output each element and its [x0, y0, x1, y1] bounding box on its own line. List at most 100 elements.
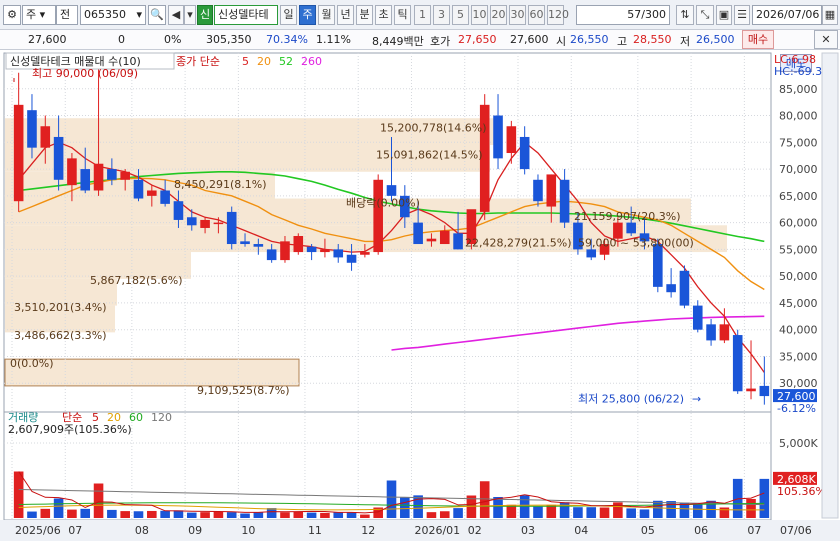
volume-profile-label-9: 3,486,662(3.3%)	[14, 329, 107, 342]
x-axis-label-12: 06	[694, 524, 708, 537]
candle-body-48	[653, 244, 663, 287]
volume-bar-21	[293, 511, 304, 518]
current-price: 27,600	[28, 33, 67, 46]
x-axis-label-8: 02	[468, 524, 482, 537]
candle-body-43	[586, 249, 597, 258]
volume-bar-15	[213, 511, 224, 518]
open-label: 시	[556, 35, 567, 48]
interval-button-5[interactable]: 5	[452, 5, 469, 25]
candle-body-0	[13, 104, 24, 202]
ratio-value: 70.34%	[266, 33, 308, 46]
interval-button-20[interactable]: 20	[490, 5, 507, 25]
volume-profile-label-2: 8,450,291(8.1%)	[174, 178, 267, 191]
candle-body-33	[453, 233, 463, 250]
candle-body-28	[386, 185, 397, 196]
quote-row: 27,600 0 0% 305,350 70.34% 1.11% 8,449백만…	[0, 30, 840, 72]
menu-icon[interactable]: ☰	[734, 5, 750, 25]
high-note: 최고 90,000 (06/09)	[32, 67, 138, 80]
chevron-down-icon[interactable]: ▾	[184, 5, 196, 25]
page-counter[interactable]: 57/300	[576, 5, 670, 25]
period-button-5[interactable]: 초	[375, 5, 392, 25]
x-axis-label-end: 07/06	[780, 524, 812, 537]
volume-bar-43	[586, 507, 597, 518]
candle-body-18	[253, 244, 264, 247]
volume-bar-46	[626, 508, 636, 518]
volume-bar-49	[666, 501, 676, 518]
volume-bar-24	[333, 512, 344, 518]
chevron-down-icon: ▾	[136, 8, 142, 21]
market-label: 전	[60, 8, 71, 21]
ma-legend-period-260: 260	[301, 55, 322, 68]
save-icon[interactable]: ▣	[716, 5, 732, 25]
volume-bar-33	[453, 508, 463, 518]
buy-button[interactable]: 매수	[742, 30, 774, 49]
search-icon[interactable]: 🔍	[148, 5, 166, 25]
bid-label: 호가	[430, 35, 451, 48]
settings-icon[interactable]: ⚙	[3, 5, 21, 25]
x-axis-label-13: 07	[747, 524, 761, 537]
interval-button-30[interactable]: 30	[509, 5, 526, 25]
volume-max-note: 2,607,909주(105.36%)	[8, 423, 132, 436]
volume-bar-25	[346, 512, 357, 518]
stock-chart-svg[interactable]: 85,00080,00075,00070,00065,00060,00055,0…	[0, 50, 840, 541]
volume-bar-40	[546, 504, 557, 518]
candle-body-1	[27, 110, 37, 148]
volume-bar-3	[53, 498, 64, 518]
stock-name-field[interactable]: 신성델타테	[214, 5, 278, 25]
ma-legend-period-20: 20	[257, 55, 271, 68]
arrows-icon[interactable]: ⇅	[676, 5, 694, 25]
date-value: 2026/07/06	[756, 8, 820, 21]
interval-button-10[interactable]: 10	[471, 5, 488, 25]
interval-button-3[interactable]: 3	[433, 5, 450, 25]
period-button-3[interactable]: 년	[337, 5, 354, 25]
volume-bar-20	[280, 512, 290, 518]
interval-button-1[interactable]: 1	[414, 5, 431, 25]
volume-bar-18	[253, 512, 264, 518]
close-button[interactable]: ✕	[814, 30, 838, 49]
volume-profile-label-4: 21,159,907(20.3%)	[574, 210, 681, 223]
volume-profile-label-6: 59,000 ~ 53,800(00)	[578, 237, 694, 250]
x-axis-label-4: 10	[241, 524, 255, 537]
candle-body-15	[213, 222, 224, 225]
stock-name-value: 신성델타테	[218, 8, 269, 21]
volume-profile-label-5: 22,428,279(21.5%)	[465, 237, 572, 250]
chart-mode-select[interactable]: 주 ▾	[22, 5, 56, 25]
candle-body-14	[200, 219, 210, 228]
price-axis-tick-6: 55,000	[779, 243, 818, 256]
price-axis-tick-7: 50,000	[779, 270, 818, 283]
volume-bar-32	[439, 511, 450, 518]
chart-area[interactable]: 85,000 80,000 75,000 70,000 65,000 60,000 55,0…	[0, 50, 840, 541]
date-input[interactable]: 2026/07/06	[752, 5, 822, 25]
candle-body-39	[533, 179, 543, 202]
volume-bar-9	[133, 511, 144, 518]
volume-profile-label-10: 0(0.0%)	[10, 357, 54, 370]
period-button-4[interactable]: 분	[356, 5, 373, 25]
candle-body-16	[226, 211, 237, 245]
candle-body-2	[40, 126, 51, 148]
period-button-1[interactable]: 주	[299, 5, 316, 25]
volume-bar-48	[653, 500, 663, 518]
speaker-icon[interactable]: ◀	[168, 5, 184, 25]
stock-code-input[interactable]: 065350 ▾	[80, 5, 146, 25]
market-select[interactable]: 전	[56, 5, 78, 25]
crosshair-icon[interactable]: ⤡	[696, 5, 714, 25]
volume-profile-label-1: 15,091,862(14.5%)	[376, 148, 483, 161]
volume-bar-11	[160, 510, 170, 518]
x-axis-label-9: 03	[521, 524, 535, 537]
interval-button-60[interactable]: 60	[528, 5, 545, 25]
period-button-0[interactable]: 일	[280, 5, 297, 25]
x-axis-label-0: 2025/06	[15, 524, 61, 537]
candle-body-55	[746, 388, 756, 392]
candle-body-21	[293, 236, 304, 253]
price-axis-tick-10: 35,000	[779, 350, 818, 363]
volume-bar-13	[186, 512, 197, 518]
sin-button[interactable]: 신	[197, 5, 213, 25]
interval-button-120[interactable]: 120	[547, 5, 569, 25]
candle-body-7	[107, 169, 117, 180]
calendar-icon[interactable]: ▦	[822, 5, 838, 25]
period-button-2[interactable]: 월	[318, 5, 335, 25]
volume-bar-12	[173, 510, 184, 518]
volume-bar-47	[639, 509, 650, 518]
period-button-6[interactable]: 틱	[394, 5, 411, 25]
volume-bar-4	[67, 509, 77, 518]
